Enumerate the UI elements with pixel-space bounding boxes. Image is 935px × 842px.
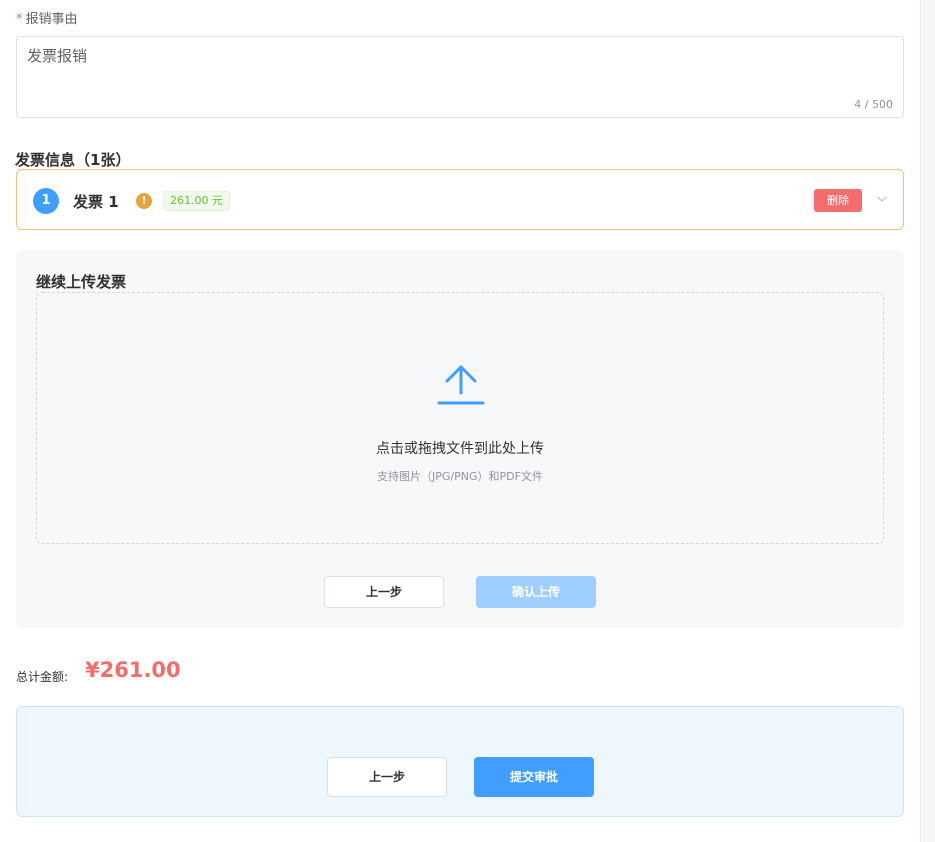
reason-textarea[interactable]: 发票报销 4 / 500 [16,36,904,118]
char-counter: 4 / 500 [854,98,893,111]
dropzone-hint-text: 支持图片（JPG/PNG）和PDF文件 [377,470,543,483]
chevron-down-icon[interactable] [875,193,889,207]
invoice-card[interactable]: 1 发票 1 ! 261.00 元 删除 [16,169,904,230]
required-mark: * [16,12,23,27]
page-scrollbar[interactable] [920,0,935,842]
upload-dropzone[interactable]: 点击或拖拽文件到此处上传 支持图片（JPG/PNG）和PDF文件 [36,292,884,544]
invoice-section-title: 发票信息（1张） [15,151,131,169]
reason-value[interactable]: 发票报销 [27,45,87,66]
dropzone-main-text: 点击或拖拽文件到此处上传 [376,441,544,457]
confirm-upload-button[interactable]: 确认上传 [476,576,596,608]
reason-label-text: 报销事由 [25,12,78,27]
upload-panel: 继续上传发票 点击或拖拽文件到此处上传 支持图片（JPG/PNG）和PDF文件 … [16,250,904,628]
submit-panel: 上一步 提交审批 [16,706,904,817]
upload-title: 继续上传发票 [36,273,127,291]
submit-approval-button[interactable]: 提交审批 [474,757,594,797]
total-amount-label: 总计金额: [16,670,69,684]
upload-icon [437,365,485,405]
prev-step-button[interactable]: 上一步 [327,757,447,797]
upload-prev-button[interactable]: 上一步 [324,576,444,608]
total-amount-value: ¥261.00 [85,658,181,682]
exclamation-icon: ! [136,193,152,209]
invoice-amount-tag: 261.00 元 [163,191,230,211]
invoice-index-badge: 1 [33,188,59,214]
invoice-name: 发票 1 [73,193,119,211]
delete-invoice-button[interactable]: 删除 [814,189,862,212]
reason-label: * 报销事由 [16,8,78,27]
